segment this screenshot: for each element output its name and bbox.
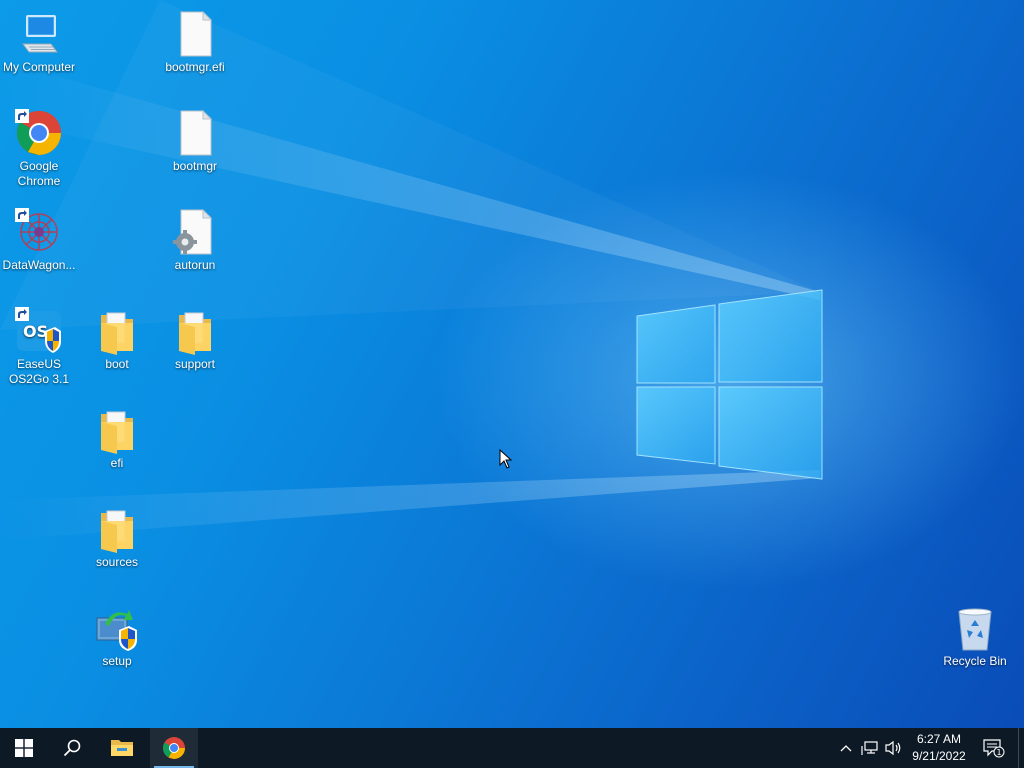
desktop-icon-bootmgr-efi[interactable]: bootmgr.efi bbox=[156, 4, 234, 75]
taskbar-clock[interactable]: 6:27 AM 9/21/2022 bbox=[906, 731, 972, 765]
network-button[interactable] bbox=[860, 738, 880, 758]
folder-icon bbox=[93, 406, 141, 454]
desktop-icon-google-chrome[interactable]: Google Chrome bbox=[0, 103, 78, 189]
icon-label: sources bbox=[95, 555, 139, 569]
shortcut-arrow-icon bbox=[15, 208, 29, 222]
folder-icon bbox=[171, 307, 219, 355]
clock-time: 6:27 AM bbox=[916, 732, 962, 746]
icon-label: support bbox=[174, 357, 216, 371]
show-hidden-icons-button[interactable] bbox=[836, 738, 856, 758]
icon-label: My Computer bbox=[2, 60, 76, 74]
icon-label: Recycle Bin bbox=[943, 654, 1007, 668]
icon-label: setup bbox=[102, 654, 132, 668]
action-center-button[interactable]: 1 bbox=[983, 738, 1005, 758]
desktop-icon-bootmgr[interactable]: bootmgr bbox=[156, 103, 234, 174]
taskbar-file-explorer[interactable] bbox=[98, 728, 146, 768]
shortcut-arrow-icon bbox=[15, 109, 29, 123]
desktop-icon-efi-folder[interactable]: efi bbox=[78, 400, 156, 471]
computer-icon bbox=[15, 10, 63, 58]
icon-label: DataWagon... bbox=[2, 258, 76, 272]
desktop-icon-boot-folder[interactable]: boot bbox=[78, 301, 156, 372]
icon-label: Google Chrome bbox=[17, 159, 61, 188]
start-button[interactable] bbox=[0, 728, 48, 768]
desktop-icon-support-folder[interactable]: support bbox=[156, 301, 234, 372]
search-icon bbox=[63, 739, 81, 757]
shortcut-arrow-icon bbox=[15, 307, 29, 321]
volume-button[interactable] bbox=[884, 738, 904, 758]
desktop-icon-autorun[interactable]: autorun bbox=[156, 202, 234, 273]
icon-label: bootmgr.efi bbox=[165, 60, 225, 74]
settings-file-icon bbox=[171, 208, 219, 256]
recycle-bin-icon bbox=[951, 604, 999, 652]
action-center-icon: 1 bbox=[983, 739, 1005, 758]
setup-icon bbox=[93, 604, 141, 652]
icon-label: bootmgr bbox=[172, 159, 218, 173]
volume-icon bbox=[885, 740, 901, 756]
icon-label: boot bbox=[105, 357, 129, 371]
folder-icon bbox=[93, 505, 141, 553]
desktop[interactable]: My Computer Google Chrome DataWagon... O… bbox=[0, 0, 1024, 728]
clock-date: 9/21/2022 bbox=[912, 749, 966, 763]
chevron-up-icon bbox=[840, 745, 852, 752]
notification-count: 1 bbox=[996, 748, 1001, 757]
mouse-pointer-icon bbox=[499, 449, 513, 469]
file-icon bbox=[171, 109, 219, 157]
icon-label: autorun bbox=[174, 258, 216, 272]
network-icon bbox=[861, 741, 878, 755]
desktop-icon-recycle-bin[interactable]: Recycle Bin bbox=[936, 598, 1014, 669]
desktop-icon-datawagon[interactable]: DataWagon... bbox=[0, 202, 78, 273]
show-desktop-button[interactable] bbox=[1018, 728, 1024, 768]
windows-logo-icon bbox=[15, 739, 33, 757]
taskbar-google-chrome[interactable] bbox=[150, 728, 198, 768]
chrome-icon bbox=[163, 737, 185, 759]
icon-label: efi bbox=[110, 456, 124, 470]
file-icon bbox=[171, 10, 219, 58]
taskbar: 6:27 AM 9/21/2022 1 bbox=[0, 728, 1024, 768]
folder-icon bbox=[93, 307, 141, 355]
icon-label: EaseUS OS2Go 3.1 bbox=[8, 357, 70, 386]
desktop-icon-sources-folder[interactable]: sources bbox=[78, 499, 156, 570]
datawagon-icon bbox=[15, 208, 63, 256]
easeus-os2go-icon: OS bbox=[15, 307, 63, 355]
chrome-icon bbox=[15, 109, 63, 157]
search-button[interactable] bbox=[48, 728, 96, 768]
desktop-icon-easeus-os2go[interactable]: OS EaseUS OS2Go 3.1 bbox=[0, 301, 78, 387]
desktop-icon-setup[interactable]: setup bbox=[78, 598, 156, 669]
folder-icon bbox=[111, 740, 133, 756]
svg-text:OS: OS bbox=[23, 322, 48, 341]
desktop-icon-my-computer[interactable]: My Computer bbox=[0, 4, 78, 75]
